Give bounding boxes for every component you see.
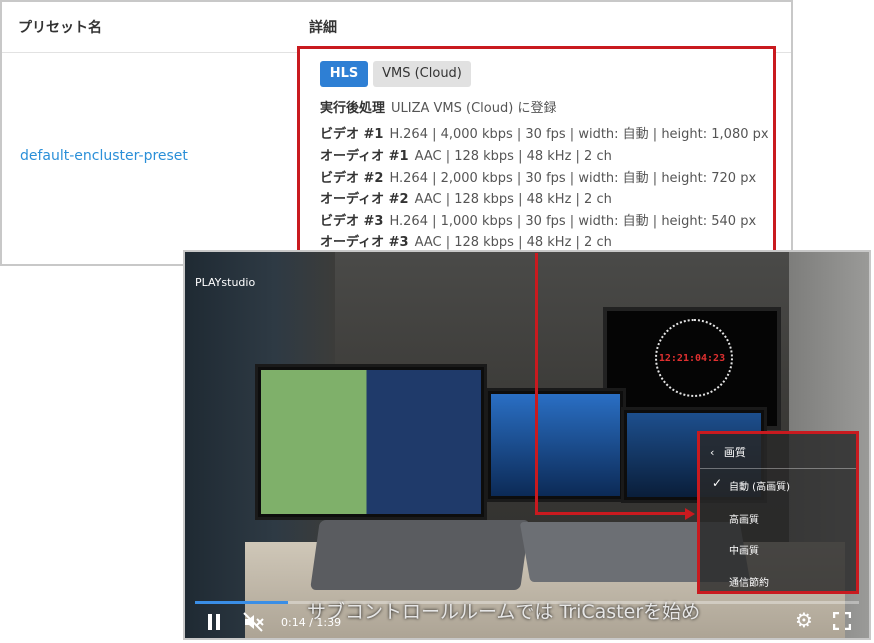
video-2-row: ビデオ #2 H.264 | 2,000 kbps | 30 fps | widt… (320, 167, 756, 186)
tab-hls[interactable]: HLS (320, 61, 368, 87)
audio-2-value: AAC | 128 kbps | 48 kHz | 2 ch (414, 192, 612, 207)
video-1-row: ビデオ #1 H.264 | 4,000 kbps | 30 fps | widt… (320, 123, 769, 142)
quality-option-high[interactable]: 高画質 (729, 511, 759, 526)
progress-fill (195, 601, 288, 604)
video-1-value: H.264 | 4,000 kbps | 30 fps | width: 自動 … (389, 127, 769, 142)
clock-time: 12:21:04:23 (658, 353, 726, 364)
preset-name-link[interactable]: default-encluster-preset (20, 148, 188, 164)
mute-icon[interactable] (243, 612, 265, 632)
quality-option-auto[interactable]: 自動 (高画質) (729, 478, 790, 493)
progress-bar[interactable] (195, 601, 859, 604)
player-brand: PLAYstudio (195, 276, 256, 289)
audio-3-row: オーディオ #3 AAC | 128 kbps | 48 kHz | 2 ch (320, 231, 612, 250)
audio-1-row: オーディオ #1 AAC | 128 kbps | 48 kHz | 2 ch (320, 145, 612, 164)
header-detail: 詳細 (309, 20, 337, 36)
time-display: 0:14 / 1:39 (281, 616, 342, 629)
video-3-label: ビデオ #3 (320, 214, 384, 229)
quality-menu-back[interactable]: ‹ 画質 (710, 444, 746, 460)
audio-3-label: オーディオ #3 (320, 235, 409, 250)
program-monitor (485, 388, 626, 502)
pause-icon[interactable] (207, 614, 221, 630)
video-2-value: H.264 | 2,000 kbps | 30 fps | width: 自動 … (389, 171, 757, 186)
fullscreen-icon[interactable] (832, 611, 852, 631)
quality-menu: ‹ 画質 ✓ 自動 (高画質) 高画質 中画質 通信節約 (697, 431, 859, 594)
audio-1-value: AAC | 128 kbps | 48 kHz | 2 ch (414, 149, 612, 164)
video-2-label: ビデオ #2 (320, 171, 384, 186)
audio-2-label: オーディオ #2 (320, 192, 409, 207)
post-processing-label: 実行後処理 (320, 101, 386, 116)
connector-arrow-icon (685, 508, 695, 520)
audio-2-row: オーディオ #2 AAC | 128 kbps | 48 kHz | 2 ch (320, 188, 612, 207)
tab-vms-cloud[interactable]: VMS (Cloud) (373, 61, 471, 87)
connector-vertical (535, 253, 538, 515)
quality-menu-title: 画質 (723, 446, 746, 459)
video-3-value: H.264 | 1,000 kbps | 30 fps | width: 自動 … (389, 214, 757, 229)
audio-1-label: オーディオ #1 (320, 149, 409, 164)
gear-icon[interactable]: ⚙ (795, 610, 813, 630)
video-1-label: ビデオ #1 (320, 127, 384, 142)
quality-option-medium[interactable]: 中画質 (729, 542, 759, 557)
connector-horizontal (535, 512, 685, 515)
control-console (310, 520, 530, 590)
header-preset-name: プリセット名 (18, 20, 102, 36)
chevron-left-icon: ‹ (710, 446, 715, 459)
multiview-monitor (255, 364, 487, 520)
post-processing-row: 実行後処理 ULIZA VMS (Cloud) に登録 (320, 97, 556, 116)
menu-divider (700, 468, 856, 469)
video-3-row: ビデオ #3 H.264 | 1,000 kbps | 30 fps | widt… (320, 210, 756, 229)
post-processing-value: ULIZA VMS (Cloud) に登録 (391, 101, 557, 116)
audio-3-value: AAC | 128 kbps | 48 kHz | 2 ch (414, 235, 612, 250)
quality-option-saver[interactable]: 通信節約 (729, 574, 769, 589)
check-icon: ✓ (712, 476, 723, 490)
preset-detail-panel: HLS VMS (Cloud) 実行後処理 ULIZA VMS (Cloud) に… (297, 46, 776, 253)
